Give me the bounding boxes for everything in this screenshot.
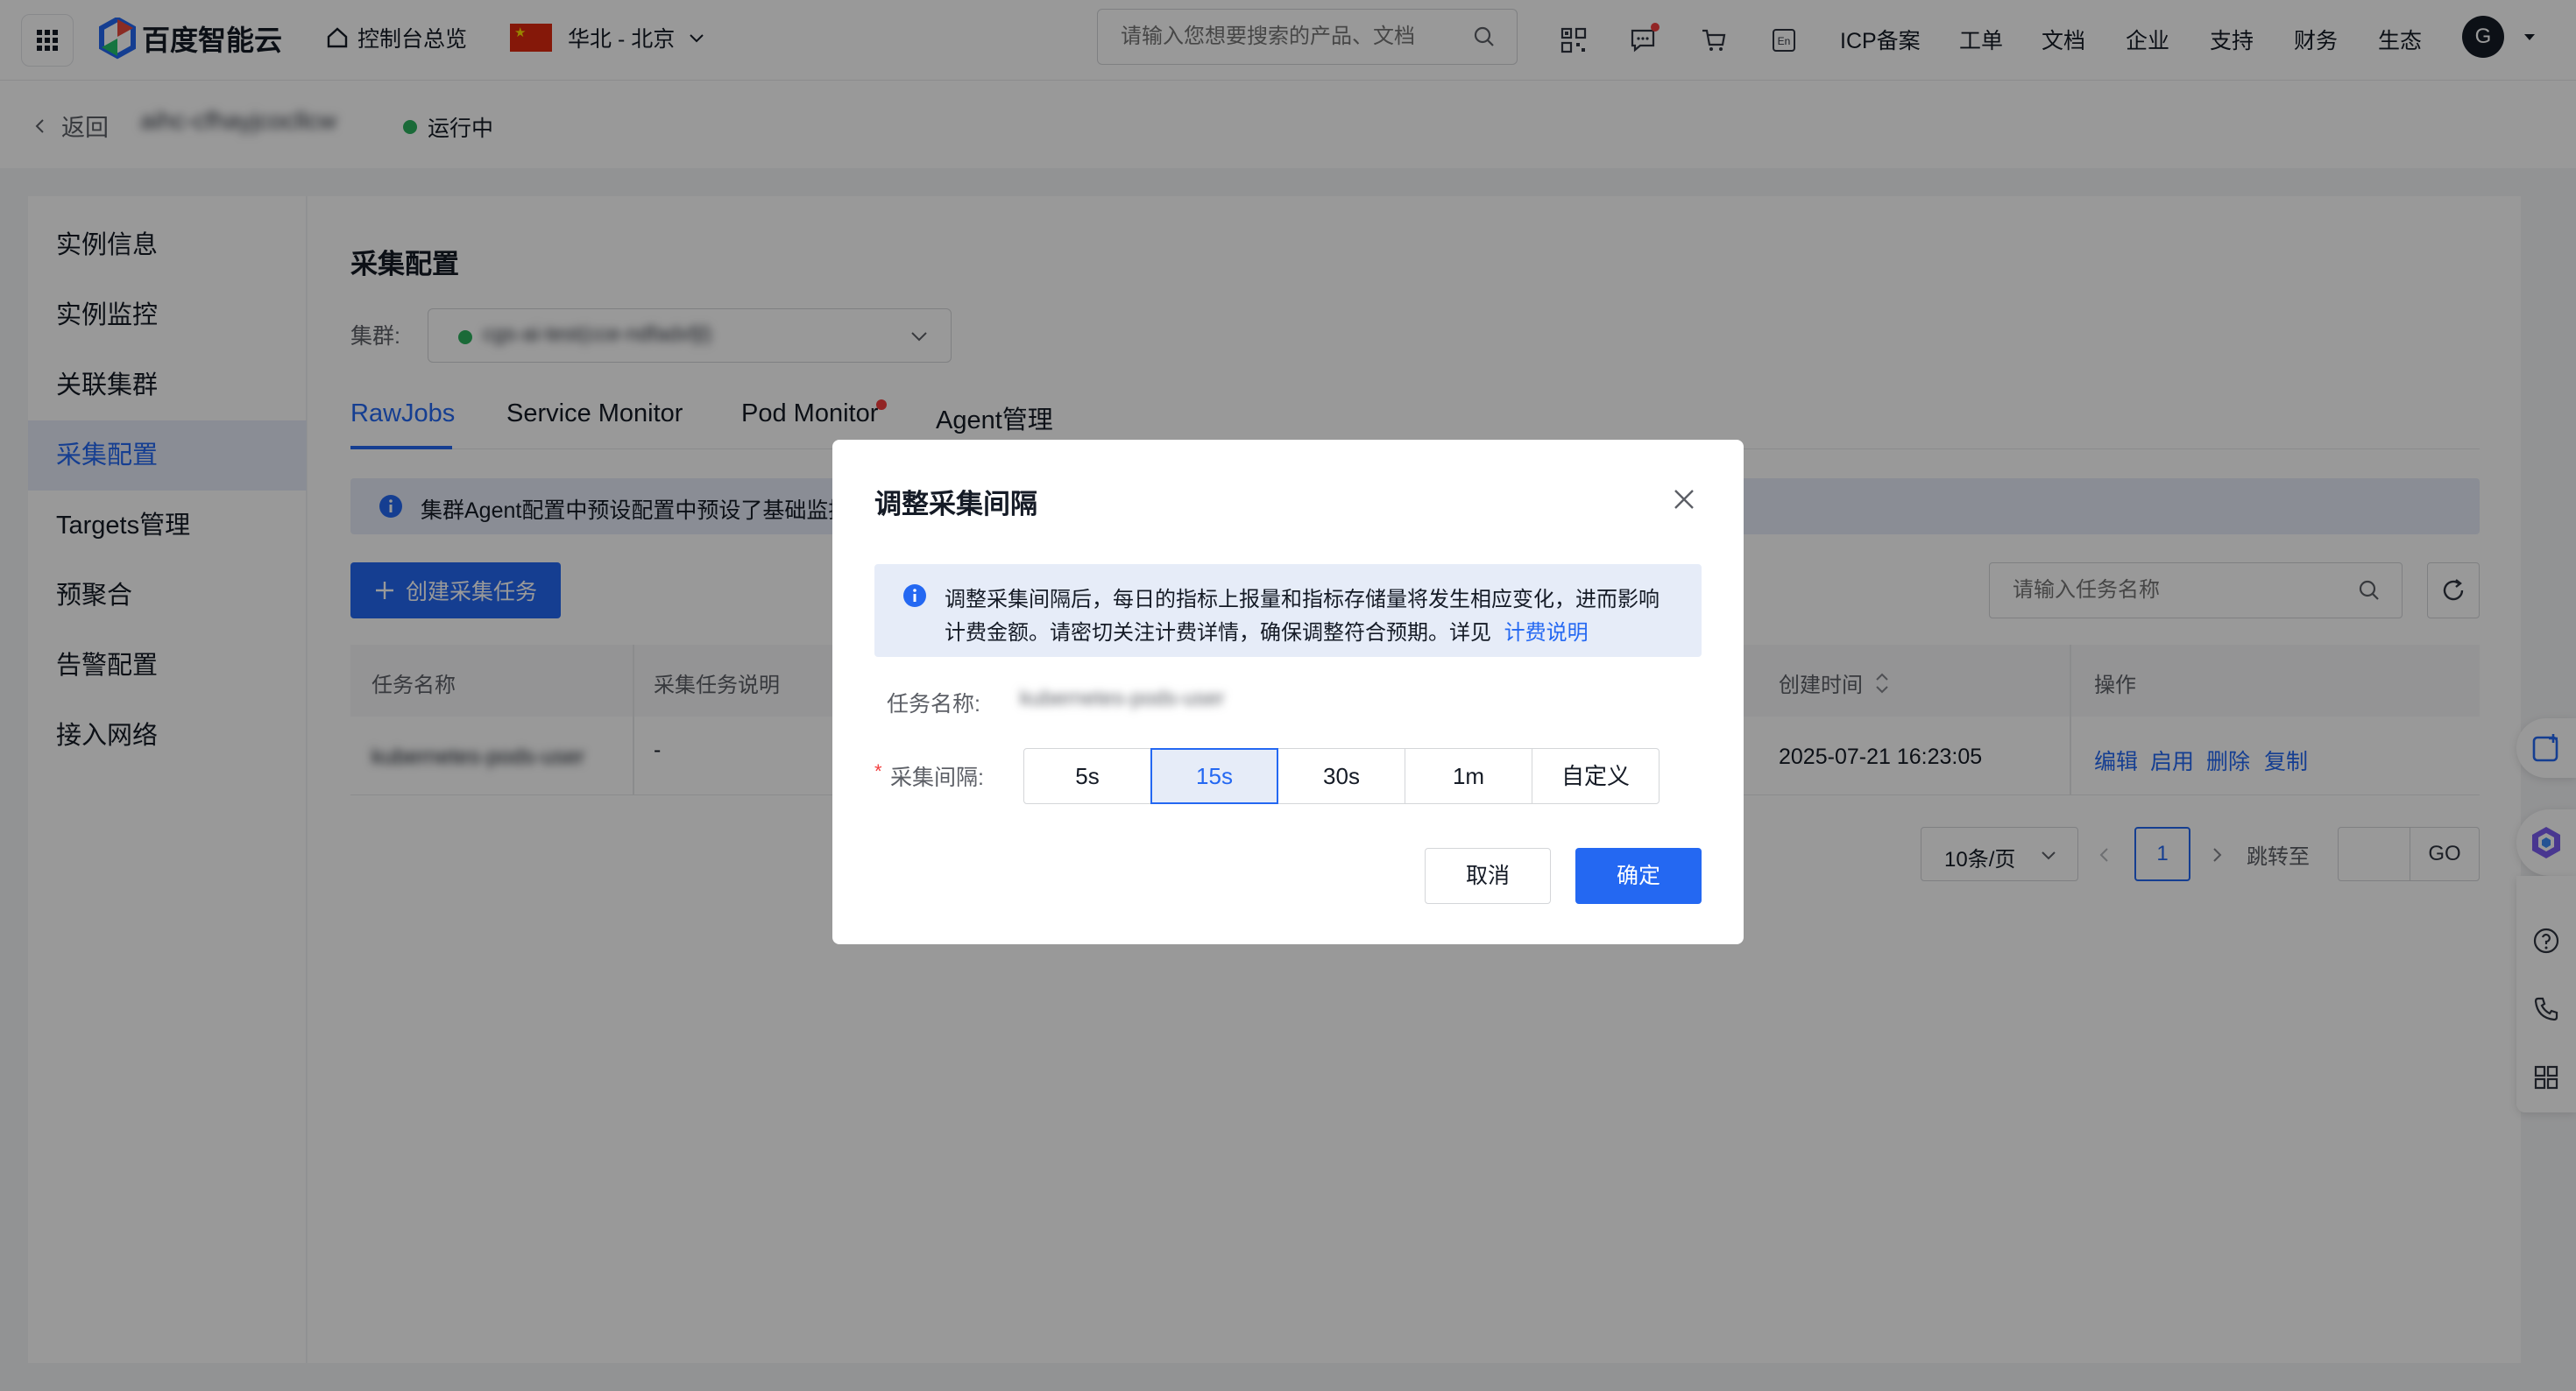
interval-option-5s[interactable]: 5s xyxy=(1023,748,1151,804)
interval-option-custom[interactable]: 自定义 xyxy=(1532,748,1660,804)
cancel-button[interactable]: 取消 xyxy=(1425,848,1551,904)
interval-option-1m[interactable]: 1m xyxy=(1405,748,1532,804)
notice-line-2: 计费金额。请密切关注计费详情，确保调整符合预期。详见 xyxy=(945,621,1491,645)
info-icon xyxy=(903,584,926,607)
interval-label: 采集间隔: xyxy=(890,766,984,790)
required-mark: * xyxy=(874,760,882,782)
confirm-button[interactable]: 确定 xyxy=(1575,848,1702,904)
billing-notice: 调整采集间隔后，每日的指标上报量和指标存储量将发生相应变化，进而影响 计费金额。… xyxy=(874,564,1702,657)
close-icon[interactable] xyxy=(1672,487,1696,512)
task-name-label: 任务名称: xyxy=(887,692,980,717)
task-name-value: kubernetes-pods-user xyxy=(1020,687,1225,710)
interval-option-15s[interactable]: 15s xyxy=(1150,748,1278,804)
adjust-interval-dialog: 调整采集间隔 调整采集间隔后，每日的指标上报量和指标存储量将发生相应变化，进而影… xyxy=(832,440,1744,944)
dialog-title: 调整采集间隔 xyxy=(874,489,1037,519)
notice-line-1: 调整采集间隔后，每日的指标上报量和指标存储量将发生相应变化，进而影响 xyxy=(945,588,1660,611)
billing-doc-link[interactable]: 计费说明 xyxy=(1504,621,1589,645)
interval-option-30s[interactable]: 30s xyxy=(1277,748,1405,804)
notice-line-2-wrap: 计费金额。请密切关注计费详情，确保调整符合预期。详见 计费说明 xyxy=(945,615,1589,646)
